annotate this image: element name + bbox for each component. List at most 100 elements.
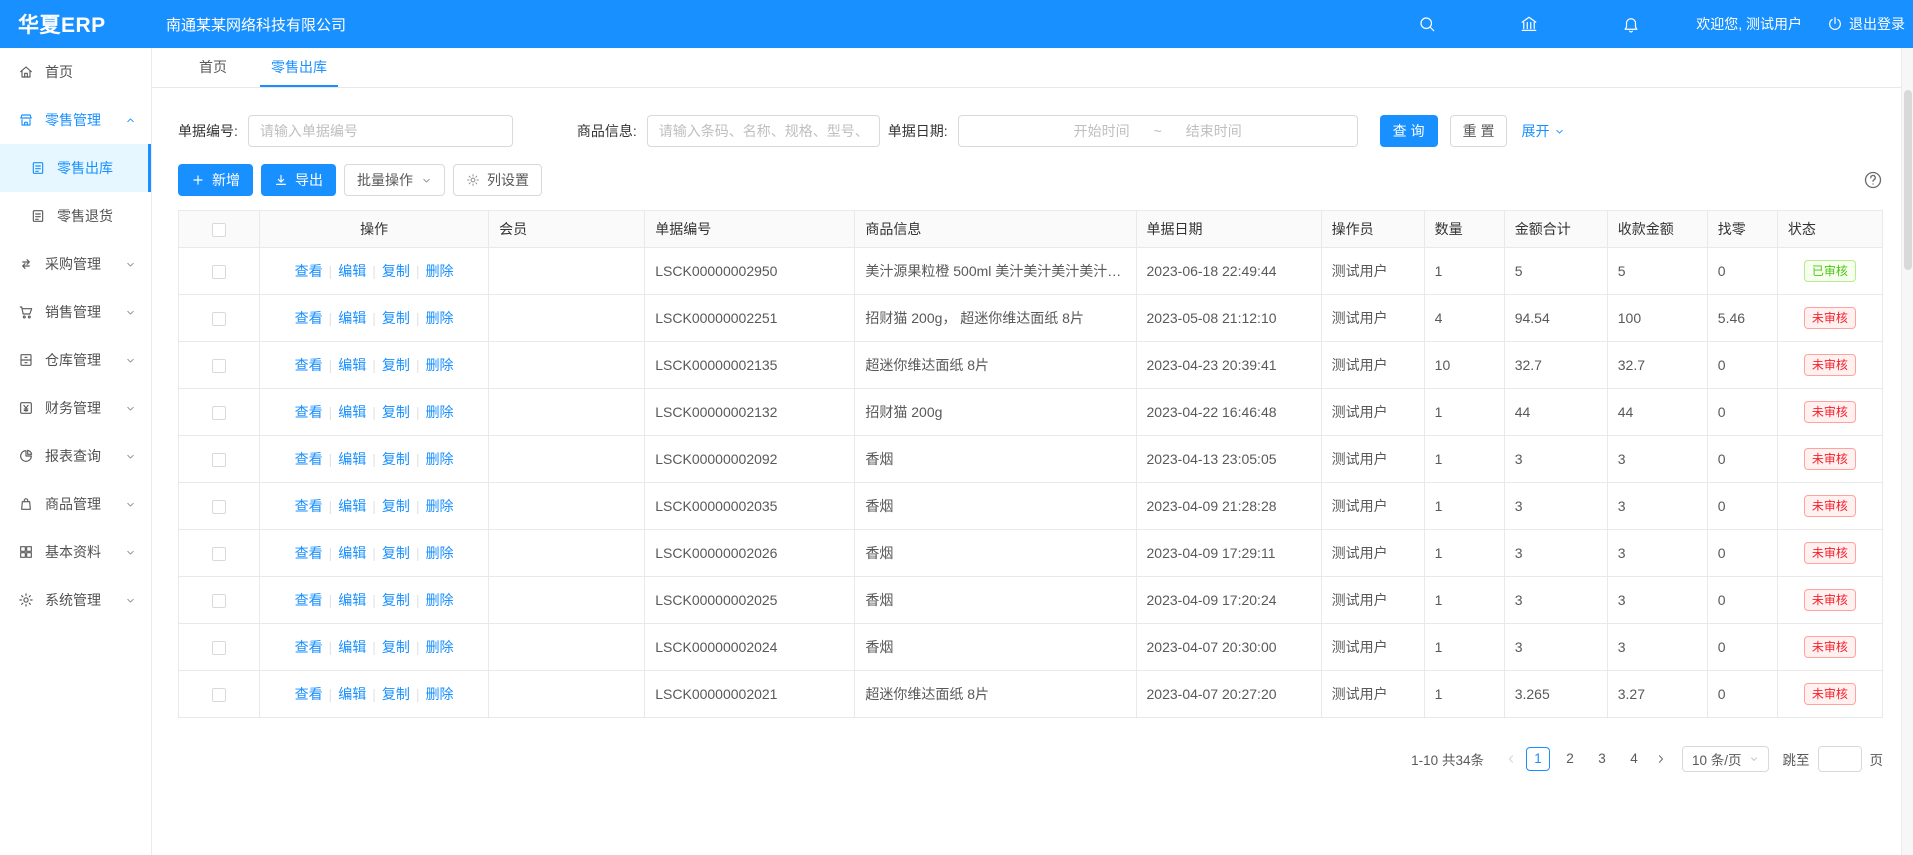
edit-link[interactable]: 编辑 — [338, 357, 366, 373]
total-amount-cell: 94.54 — [1504, 295, 1607, 342]
sidebar-item-retail[interactable]: 零售管理 — [0, 96, 151, 144]
delete-link[interactable]: 删除 — [426, 686, 454, 702]
delete-link[interactable]: 删除 — [426, 498, 454, 514]
operator-cell: 测试用户 — [1321, 624, 1424, 671]
product-info-input[interactable] — [647, 115, 880, 147]
row-checkbox[interactable] — [212, 359, 226, 373]
sidebar-item-purchase[interactable]: 采购管理 — [0, 240, 151, 288]
view-link[interactable]: 查看 — [295, 592, 323, 608]
row-checkbox[interactable] — [212, 406, 226, 420]
edit-link[interactable]: 编辑 — [338, 639, 366, 655]
export-button[interactable]: 导出 — [261, 164, 336, 196]
view-link[interactable]: 查看 — [295, 404, 323, 420]
page-number-2[interactable]: 2 — [1558, 747, 1582, 771]
copy-link[interactable]: 复制 — [382, 357, 410, 373]
page-scrollbar[interactable] — [1901, 48, 1913, 855]
reset-button[interactable]: 重 置 — [1450, 115, 1508, 147]
edit-link[interactable]: 编辑 — [338, 451, 366, 467]
row-checkbox[interactable] — [212, 641, 226, 655]
expand-link[interactable]: 展开 — [1521, 121, 1565, 141]
delete-link[interactable]: 删除 — [426, 545, 454, 561]
row-checkbox[interactable] — [212, 688, 226, 702]
view-link[interactable]: 查看 — [295, 357, 323, 373]
edit-link[interactable]: 编辑 — [338, 592, 366, 608]
view-link[interactable]: 查看 — [295, 451, 323, 467]
gear-icon — [466, 173, 480, 187]
row-checkbox[interactable] — [212, 594, 226, 608]
edit-link[interactable]: 编辑 — [338, 404, 366, 420]
edit-link[interactable]: 编辑 — [338, 686, 366, 702]
page-number-1[interactable]: 1 — [1526, 747, 1550, 771]
column-settings-button[interactable]: 列设置 — [453, 164, 542, 196]
tab-1[interactable]: 零售出库 — [260, 48, 338, 87]
page-number-3[interactable]: 3 — [1590, 747, 1614, 771]
copy-link[interactable]: 复制 — [382, 639, 410, 655]
edit-link[interactable]: 编辑 — [338, 310, 366, 326]
copy-link[interactable]: 复制 — [382, 263, 410, 279]
sidebar-item-finance[interactable]: 财务管理 — [0, 384, 151, 432]
edit-link[interactable]: 编辑 — [338, 545, 366, 561]
sidebar-item-basic[interactable]: 基本资料 — [0, 528, 151, 576]
delete-link[interactable]: 删除 — [426, 592, 454, 608]
tab-0[interactable]: 首页 — [188, 48, 238, 87]
view-link[interactable]: 查看 — [295, 639, 323, 655]
row-checkbox[interactable] — [212, 500, 226, 514]
view-link[interactable]: 查看 — [295, 310, 323, 326]
copy-link[interactable]: 复制 — [382, 686, 410, 702]
delete-link[interactable]: 删除 — [426, 310, 454, 326]
action-separator: | — [329, 686, 333, 702]
row-checkbox[interactable] — [212, 312, 226, 326]
jump-to-page-input[interactable] — [1818, 746, 1862, 772]
view-link[interactable]: 查看 — [295, 263, 323, 279]
copy-link[interactable]: 复制 — [382, 451, 410, 467]
bell-icon[interactable] — [1622, 15, 1640, 33]
sidebar-item-home[interactable]: 首页 — [0, 48, 151, 96]
sidebar-item-warehouse[interactable]: 仓库管理 — [0, 336, 151, 384]
scrollbar-thumb[interactable] — [1904, 90, 1912, 270]
sidebar-subitem[interactable]: 零售退货 — [0, 192, 151, 240]
bank-icon[interactable] — [1520, 15, 1538, 33]
next-page-icon[interactable] — [1650, 747, 1672, 771]
view-link[interactable]: 查看 — [295, 686, 323, 702]
edit-link[interactable]: 编辑 — [338, 263, 366, 279]
sidebar-item-label: 首页 — [45, 62, 73, 82]
row-checkbox[interactable] — [212, 547, 226, 561]
copy-link[interactable]: 复制 — [382, 498, 410, 514]
delete-link[interactable]: 删除 — [426, 263, 454, 279]
view-link[interactable]: 查看 — [295, 545, 323, 561]
delete-link[interactable]: 删除 — [426, 639, 454, 655]
date-range-picker[interactable]: 开始时间 ~ 结束时间 — [958, 115, 1358, 147]
view-link[interactable]: 查看 — [295, 498, 323, 514]
bill-no-input[interactable] — [248, 115, 513, 147]
sidebar-nav: 首页零售管理零售出库零售退货采购管理销售管理仓库管理财务管理报表查询商品管理基本… — [0, 48, 152, 855]
logout-button[interactable]: 退出登录 — [1827, 14, 1905, 34]
welcome-user-text: 欢迎您, 测试用户 — [1696, 14, 1802, 34]
copy-link[interactable]: 复制 — [382, 310, 410, 326]
prev-page-icon[interactable] — [1500, 747, 1522, 771]
delete-link[interactable]: 删除 — [426, 404, 454, 420]
sidebar-item-goods[interactable]: 商品管理 — [0, 480, 151, 528]
batch-operations-button[interactable]: 批量操作 — [344, 164, 445, 196]
delete-link[interactable]: 删除 — [426, 357, 454, 373]
help-icon[interactable] — [1863, 170, 1883, 190]
search-button[interactable]: 查 询 — [1380, 115, 1438, 147]
search-icon[interactable] — [1418, 15, 1436, 33]
sidebar-item-sales[interactable]: 销售管理 — [0, 288, 151, 336]
add-button[interactable]: 新增 — [178, 164, 253, 196]
total-amount-cell: 5 — [1504, 248, 1607, 295]
select-all-checkbox[interactable] — [212, 223, 226, 237]
row-checkbox[interactable] — [212, 453, 226, 467]
page-number-4[interactable]: 4 — [1622, 747, 1646, 771]
sidebar-subitem[interactable]: 零售出库 — [0, 144, 151, 192]
copy-link[interactable]: 复制 — [382, 545, 410, 561]
row-checkbox[interactable] — [212, 265, 226, 279]
product-cell: 美汁源果粒橙 500ml 美汁美汁美汁美汁美... — [855, 248, 1136, 295]
page-size-select[interactable]: 10 条/页 — [1682, 746, 1769, 772]
sidebar-item-report[interactable]: 报表查询 — [0, 432, 151, 480]
edit-link[interactable]: 编辑 — [338, 498, 366, 514]
delete-link[interactable]: 删除 — [426, 451, 454, 467]
copy-link[interactable]: 复制 — [382, 592, 410, 608]
copy-link[interactable]: 复制 — [382, 404, 410, 420]
sidebar-item-system[interactable]: 系统管理 — [0, 576, 151, 624]
member-cell — [489, 530, 645, 577]
